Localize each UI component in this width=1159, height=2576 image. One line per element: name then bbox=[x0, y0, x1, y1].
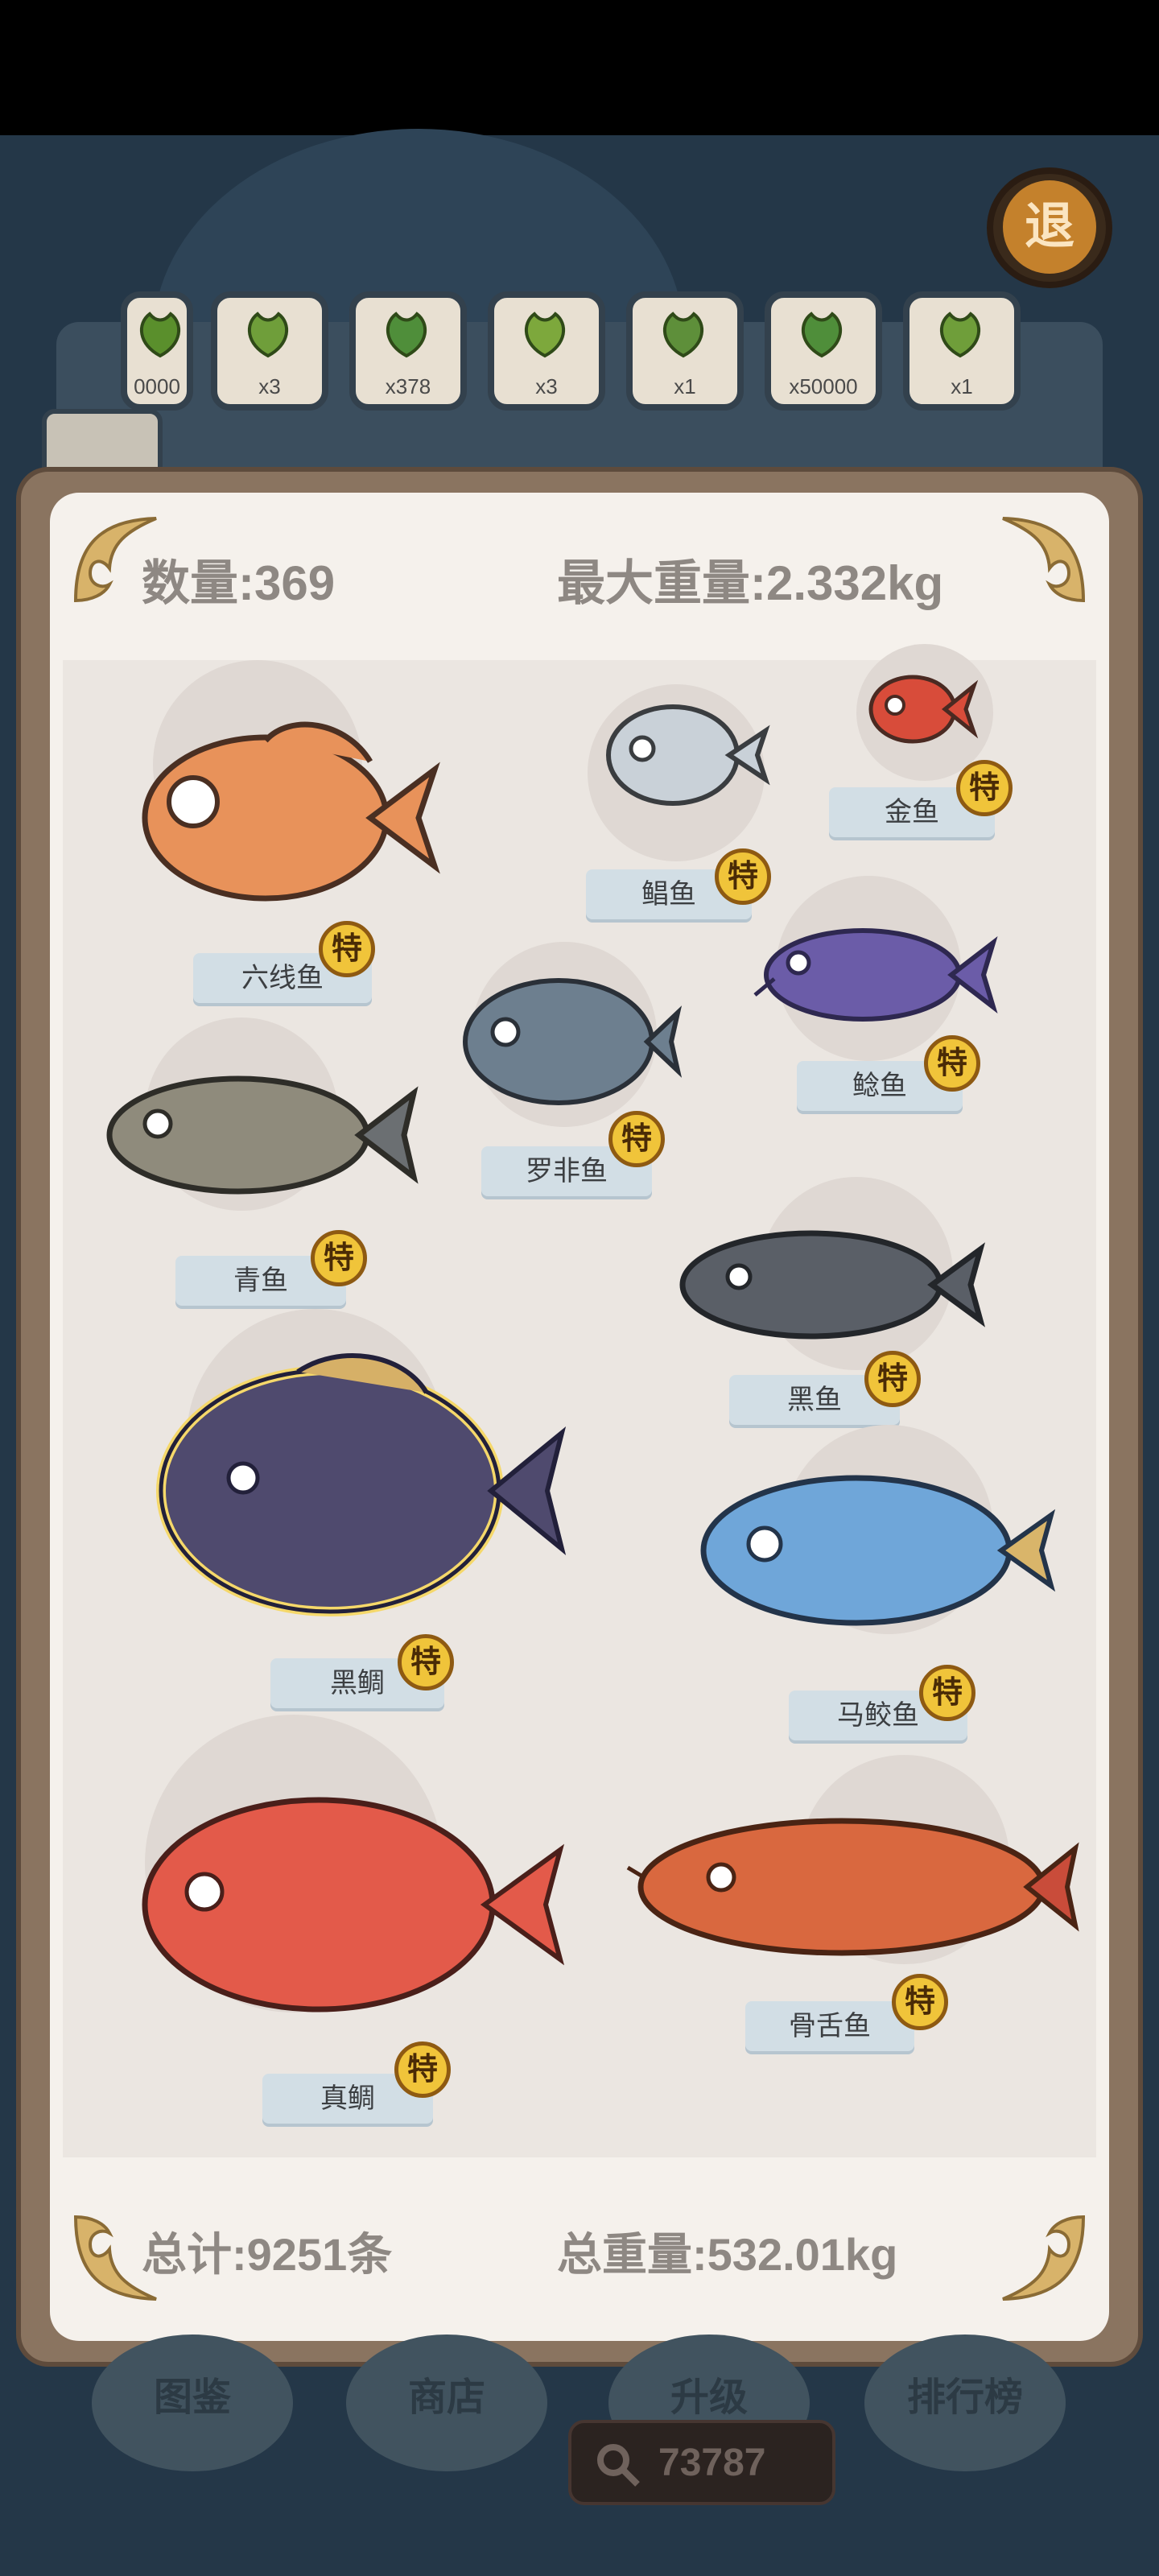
leaf-icon bbox=[386, 312, 427, 358]
item-quantity: x1 bbox=[951, 374, 973, 398]
fish-icon bbox=[606, 704, 770, 806]
fish-icon bbox=[142, 1797, 565, 2013]
collection-item[interactable]: x1 bbox=[903, 291, 1021, 411]
special-badge: 特 bbox=[398, 1634, 454, 1690]
item-quantity: x1 bbox=[674, 374, 696, 398]
collection-item[interactable]: x50000 bbox=[765, 291, 882, 411]
special-badge: 特 bbox=[608, 1111, 665, 1167]
collection-item[interactable]: x378 bbox=[349, 291, 467, 411]
collection-item[interactable]: x3 bbox=[488, 291, 605, 411]
exit-button[interactable]: 退 bbox=[987, 158, 1112, 295]
leaf-icon bbox=[939, 312, 981, 358]
special-badge: 特 bbox=[319, 921, 375, 977]
leaf-icon bbox=[801, 312, 843, 358]
fish-name-label: 骨舌鱼 bbox=[745, 2001, 914, 2051]
corner-ornament-icon bbox=[1002, 517, 1086, 603]
collection-item[interactable]: 0000 bbox=[121, 291, 193, 411]
total-weight: 总重量:532.01kg bbox=[557, 2229, 898, 2280]
special-badge: 特 bbox=[394, 2041, 451, 2098]
fish-icon bbox=[700, 1475, 1056, 1626]
fish-coin-icon bbox=[597, 2444, 640, 2487]
corner-ornament-icon bbox=[1002, 2215, 1086, 2301]
fish-icon bbox=[156, 1353, 567, 1616]
fish-count: 数量:369 bbox=[142, 556, 336, 610]
leaf-icon bbox=[139, 312, 181, 358]
leaf-icon bbox=[662, 312, 704, 358]
collection-item[interactable]: x3 bbox=[211, 291, 328, 411]
fish-icon bbox=[142, 721, 440, 902]
item-quantity: x50000 bbox=[789, 374, 858, 398]
special-badge: 特 bbox=[715, 848, 771, 905]
special-badge: 特 bbox=[892, 1974, 948, 2030]
fish-icon bbox=[753, 928, 998, 1022]
max-weight: 最大重量:2.332kg bbox=[557, 556, 944, 610]
fish-icon bbox=[463, 978, 683, 1105]
nav-leaderboard-button[interactable]: 排行榜 bbox=[864, 2334, 1066, 2471]
special-badge: 特 bbox=[924, 1035, 980, 1092]
leaf-icon bbox=[247, 312, 289, 358]
status-bar bbox=[0, 0, 1159, 135]
special-badge: 特 bbox=[956, 760, 1013, 816]
leaf-icon bbox=[524, 312, 566, 358]
item-quantity: x3 bbox=[258, 374, 281, 398]
collection-item[interactable]: x1 bbox=[626, 291, 744, 411]
currency-amount: 73787 bbox=[658, 2442, 766, 2484]
nav-label: 排行榜 bbox=[906, 2376, 1023, 2419]
total-count: 总计:9251条 bbox=[142, 2229, 393, 2280]
special-badge: 特 bbox=[919, 1665, 975, 1721]
currency-display: 73787 bbox=[568, 2420, 835, 2505]
fish-icon bbox=[106, 1075, 419, 1195]
nav-label: 商店 bbox=[407, 2376, 485, 2419]
item-quantity: x3 bbox=[535, 374, 558, 398]
fish-icon bbox=[679, 1230, 986, 1340]
nav-shop-button[interactable]: 商店 bbox=[346, 2334, 547, 2471]
nav-label: 升级 bbox=[670, 2376, 748, 2419]
special-badge: 特 bbox=[311, 1230, 367, 1286]
nav-collection-button[interactable]: 图鉴 bbox=[92, 2334, 293, 2471]
nav-label: 图鉴 bbox=[153, 2376, 231, 2419]
item-quantity: x378 bbox=[385, 374, 431, 398]
exit-button-label: 退 bbox=[1003, 180, 1096, 274]
fish-icon bbox=[868, 675, 979, 744]
item-quantity: 0000 bbox=[134, 374, 180, 398]
special-badge: 特 bbox=[864, 1351, 921, 1407]
fish-icon bbox=[626, 1818, 1079, 1956]
